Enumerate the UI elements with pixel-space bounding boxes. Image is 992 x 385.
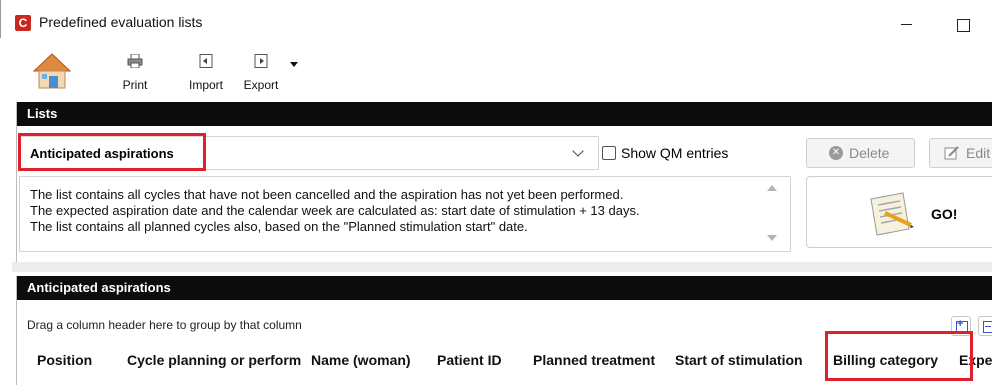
maximize-button[interactable] (945, 10, 985, 38)
window-title: Predefined evaluation lists (39, 14, 203, 30)
lists-panel: Lists Anticipated aspirations Show QM en… (16, 102, 992, 262)
printer-icon (127, 54, 143, 68)
list-highlight-box (18, 133, 206, 171)
go-label: GO! (931, 206, 958, 222)
toolbar: Print Import Export (12, 48, 992, 98)
column-header-name-woman[interactable]: Name (woman) (311, 352, 411, 368)
delete-icon: ✕ (829, 146, 843, 160)
print-label: Print (122, 78, 148, 92)
show-qm-checkbox[interactable] (602, 146, 616, 160)
import-label: Import (188, 78, 223, 92)
title-bar: C Predefined evaluation lists (0, 0, 992, 38)
column-header-start-of-stimulation[interactable]: Start of stimulation (675, 352, 803, 368)
evaluation-lists-window: C Predefined evaluation lists Print Impo… (0, 0, 992, 385)
description-line: The expected aspiration date and the cal… (30, 203, 640, 218)
edit-label: Edit (966, 145, 991, 161)
collapse-all-button[interactable] (978, 316, 992, 336)
go-button[interactable]: GO! (806, 176, 992, 248)
export-dropdown-icon[interactable] (290, 62, 298, 67)
import-icon (199, 54, 213, 68)
description-line: The list contains all planned cycles als… (30, 219, 528, 234)
scroll-up-icon[interactable] (767, 185, 777, 191)
list-description: The list contains all cycles that have n… (19, 176, 791, 252)
go-icon (870, 192, 914, 236)
app-icon: C (15, 15, 31, 31)
chevron-down-icon (572, 145, 584, 157)
billing-highlight-box (825, 331, 973, 381)
import-button[interactable]: Import (184, 50, 228, 94)
export-label: Export (243, 78, 279, 92)
results-panel-header: Anticipated aspirations (17, 276, 992, 300)
export-icon (254, 54, 268, 68)
edit-button[interactable]: Edit (929, 138, 992, 168)
export-button[interactable]: Export (238, 50, 284, 94)
group-by-hint: Drag a column header here to group by th… (27, 318, 302, 332)
column-header-cycle[interactable]: Cycle planning or perform (127, 352, 307, 368)
results-panel: Anticipated aspirations Drag a column he… (16, 276, 992, 385)
description-line: The list contains all cycles that have n… (30, 187, 624, 202)
panel-separator (12, 262, 992, 272)
home-button[interactable] (32, 52, 72, 90)
delete-label: Delete (849, 145, 890, 161)
scroll-down-icon[interactable] (767, 235, 777, 241)
minimize-button[interactable] (887, 10, 927, 38)
print-button[interactable]: Print (116, 50, 154, 94)
column-header-position[interactable]: Position (37, 352, 92, 368)
show-qm-label: Show QM entries (621, 145, 729, 161)
edit-icon (944, 146, 959, 160)
column-header-patient-id[interactable]: Patient ID (437, 352, 502, 368)
lists-panel-header: Lists (17, 102, 992, 126)
delete-button[interactable]: ✕ Delete (806, 138, 915, 168)
home-icon (32, 53, 72, 89)
column-header-planned-treatment[interactable]: Planned treatment (533, 352, 655, 368)
